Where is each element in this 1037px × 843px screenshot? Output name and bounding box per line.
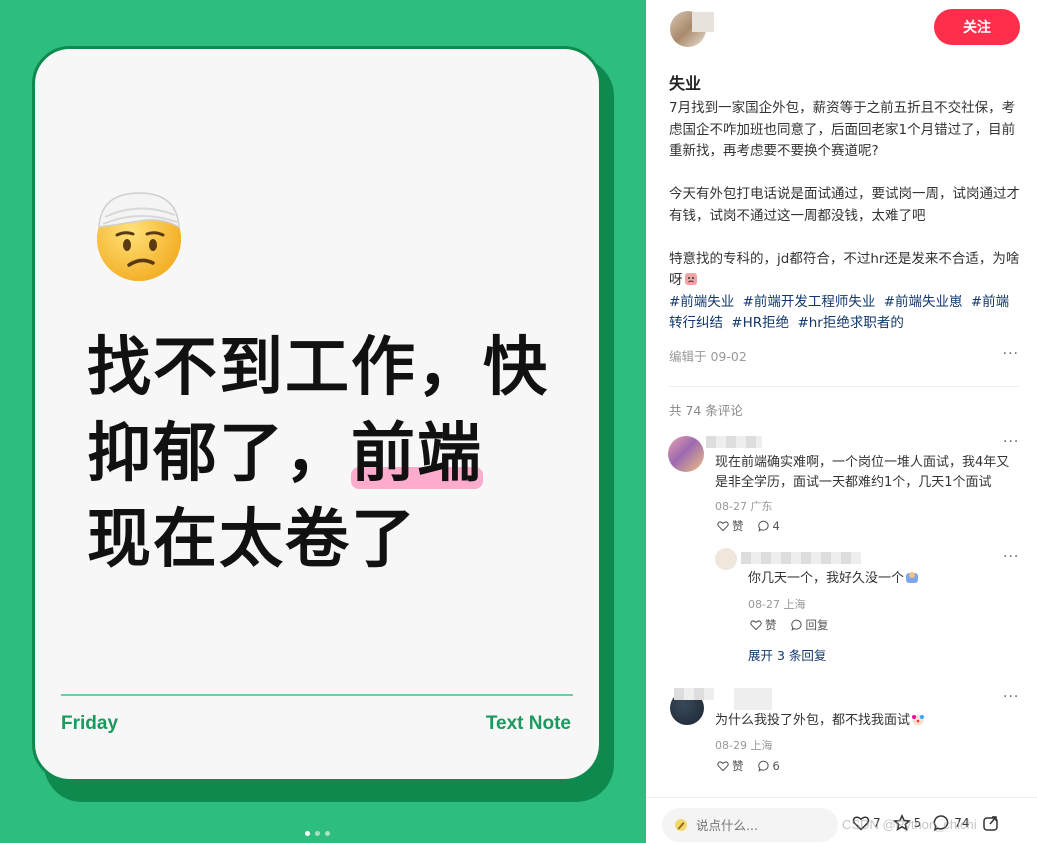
reply-button[interactable]: 回复 xyxy=(790,617,829,633)
card-headline: 找不到工作，快 抑郁了，前端 现在太卷了 xyxy=(87,325,587,583)
reply-text-content: 你几天一个，我好久没一个 xyxy=(748,571,905,586)
heart-icon xyxy=(750,620,762,631)
carousel-dot-1[interactable] xyxy=(305,831,310,836)
commenter-name-redacted xyxy=(706,436,762,448)
tag-link[interactable]: #HR拒绝 xyxy=(731,315,789,331)
expand-replies-link[interactable]: 展开 3 条回复 xyxy=(748,645,826,664)
comment-more-button[interactable]: ··· xyxy=(1003,434,1019,450)
reply-more-button[interactable]: ··· xyxy=(1003,549,1019,565)
headline-line-2: 抑郁了， xyxy=(87,417,351,491)
note-paragraph-2: 今天有外包打电话说是面试通过，要试岗一周，试岗通过才有钱，试岗不通过这一周都没钱… xyxy=(669,186,1020,224)
post-image-panel[interactable]: 找不到工作，快 抑郁了，前端 现在太卷了 Friday Text Note xyxy=(0,0,646,843)
heart-icon xyxy=(717,761,729,772)
commenter-name-redacted xyxy=(734,688,772,710)
like-label: 赞 xyxy=(765,618,777,632)
comment-actions: 赞 4 xyxy=(717,518,780,534)
tag-link[interactable]: #前端失业 xyxy=(669,294,734,310)
engagement-actions: 7 5 74 xyxy=(852,814,1000,832)
heart-icon xyxy=(852,816,870,831)
like-count: 7 xyxy=(873,816,881,830)
reply-meta: 08-27 上海 xyxy=(748,598,806,611)
note-meta: 编辑于 09-02 ··· xyxy=(669,346,1019,365)
share-icon xyxy=(982,816,998,831)
comment-more-button[interactable]: ··· xyxy=(1003,689,1019,705)
sad-person-icon xyxy=(906,572,919,583)
carousel-dot-3[interactable] xyxy=(325,831,330,836)
pencil-emoji-icon xyxy=(675,819,687,831)
note-paragraph-3: 特意找的专科的，jd都符合，不过hr还是发来不合适，为啥呀 xyxy=(669,250,1020,289)
headline-line-3: 现在太卷了 xyxy=(87,503,417,577)
star-icon xyxy=(892,814,911,831)
comment-actions: 赞 6 xyxy=(717,758,780,774)
clown-face-icon xyxy=(912,714,925,726)
commenter-avatar[interactable] xyxy=(668,436,704,472)
like-label: 赞 xyxy=(732,759,744,773)
comment-input-box[interactable] xyxy=(662,808,838,842)
note-paragraph-1: 7月找到一家国企外包，薪资等于之前五折且不交社保，考虑国企不咋加班也同意了，后面… xyxy=(669,100,1016,159)
comment-button[interactable]: 74 xyxy=(933,814,970,832)
collect-count: 5 xyxy=(913,816,922,830)
carousel-dot-2[interactable] xyxy=(315,831,320,836)
comment-text: 现在前端确实难啊，一个岗位一堆人面试，我4年又是非全学历，面试一天都难约1个，几… xyxy=(715,455,1010,490)
comment-meta: 08-29 上海 xyxy=(715,739,773,752)
headline-highlight: 前端 xyxy=(351,411,483,497)
divider xyxy=(669,386,1019,387)
carousel-dots[interactable] xyxy=(305,831,330,836)
comment-meta: 08-27 广东 xyxy=(715,500,773,513)
replier-name-redacted xyxy=(741,552,861,564)
tag-list: #前端失业 #前端开发工程师失业 #前端失业崽 #前端转行纠结 #HR拒绝 #h… xyxy=(669,292,1021,335)
reply-count: 6 xyxy=(772,759,780,773)
card-footer-right: Text Note xyxy=(485,713,571,734)
chat-bubble-icon xyxy=(757,520,769,532)
comment-count: 共 74 条评论 xyxy=(669,403,743,418)
comment-input[interactable] xyxy=(696,817,816,833)
crying-face-icon xyxy=(684,273,697,285)
collect-button[interactable]: 5 xyxy=(892,814,922,832)
chat-bubble-icon xyxy=(790,619,802,631)
reply-count: 4 xyxy=(772,519,780,533)
headline-line-1: 找不到工作，快 xyxy=(87,331,549,405)
commenter-name-redacted xyxy=(674,688,714,700)
chat-bubble-icon xyxy=(933,815,949,832)
like-button[interactable]: 赞 xyxy=(717,518,744,534)
comment-text-content: 为什么我投了外包，都不找我面试 xyxy=(715,713,911,728)
comment-text: 为什么我投了外包，都不找我面试 xyxy=(715,711,1020,731)
reply-actions: 赞 回复 xyxy=(750,617,829,633)
like-button[interactable]: 赞 xyxy=(750,617,777,633)
note-detail-panel: 关注 失业 7月找到一家国企外包，薪资等于之前五折且不交社保，考虑国企不咋加班也… xyxy=(646,0,1037,843)
chat-bubble-icon xyxy=(757,760,769,772)
tag-link[interactable]: #hr拒绝求职者的 xyxy=(797,315,903,331)
replier-avatar[interactable] xyxy=(715,548,737,570)
author-name-redacted xyxy=(692,12,714,32)
note-more-button[interactable]: ··· xyxy=(1003,346,1019,365)
share-button[interactable] xyxy=(982,814,1000,832)
edit-date: 编辑于 09-02 xyxy=(669,349,747,364)
card-divider xyxy=(61,694,573,696)
tag-link[interactable]: #前端失业崽 xyxy=(884,294,963,310)
like-button[interactable]: 赞 xyxy=(717,758,744,774)
bottom-action-bar: 7 5 74 CSDN @Python_chichi xyxy=(646,797,1037,843)
follow-button[interactable]: 关注 xyxy=(934,9,1020,45)
bandaged-head-face-icon xyxy=(97,192,181,281)
like-note-button[interactable]: 7 xyxy=(852,814,881,832)
card-footer-left: Friday xyxy=(61,713,119,734)
reply-label: 回复 xyxy=(805,618,829,632)
comment-count-bar: 74 xyxy=(954,816,970,830)
text-note-card: 找不到工作，快 抑郁了，前端 现在太卷了 Friday Text Note xyxy=(32,46,602,782)
tag-link[interactable]: #前端开发工程师失业 xyxy=(743,294,876,310)
like-label: 赞 xyxy=(732,519,744,533)
reply-text: 你几天一个，我好久没一个 xyxy=(748,569,1018,589)
reply-button[interactable]: 4 xyxy=(757,518,780,534)
reply-button[interactable]: 6 xyxy=(757,758,780,774)
note-title: 失业 xyxy=(669,74,702,93)
note-body: 7月找到一家国企外包，薪资等于之前五折且不交社保，考虑国企不咋加班也同意了，后面… xyxy=(669,98,1021,335)
heart-icon xyxy=(717,521,729,532)
